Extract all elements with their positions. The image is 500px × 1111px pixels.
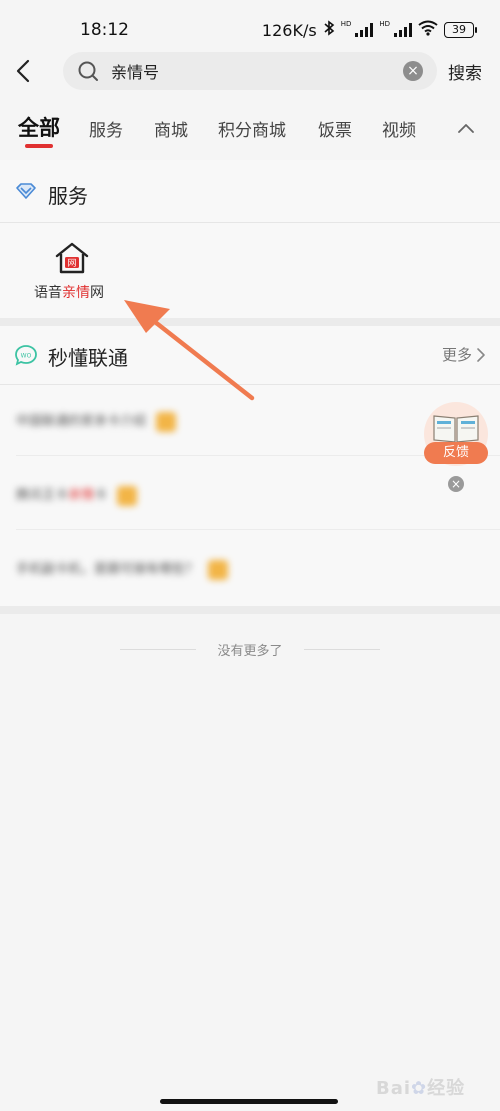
status-bar: 18:12 126K/s HD HD 39 [0,0,500,52]
home-indicator[interactable] [160,1099,338,1104]
signal-icon-2 [394,23,412,37]
service-item-family-network[interactable]: 网 语音亲情网 [22,238,122,308]
status-time: 18:12 [80,20,129,40]
tab-mall[interactable]: 商城 [154,116,188,141]
back-button[interactable] [10,56,40,86]
label-highlight: 亲情 [62,285,90,301]
news-row-text: 中国联通的家亲卡介绍 [16,410,177,432]
category-tabs: 全部 服务 商城 积分商城 饭票 视频 [0,108,500,152]
wo-icon: WO [14,344,38,370]
tab-points-mall[interactable]: 积分商城 [218,116,286,141]
news-title: 中国联通的家亲卡介绍 [16,414,147,429]
house-icon: 网 [54,240,90,280]
battery-icon: 39 [444,22,477,38]
section-gap [0,318,500,326]
news-row-text: 手机副卡机，是跟可接有哪些？ [16,558,229,580]
label-part: 网 [90,285,104,301]
divider [0,222,500,223]
tag-icon [208,559,229,580]
tab-services[interactable]: 服务 [89,116,123,141]
watermark-text: Bai [376,1078,412,1099]
search-icon [77,60,99,86]
more-label: 更多 [441,346,472,364]
close-icon[interactable]: × [448,476,464,492]
tag-icon [156,411,177,432]
search-box[interactable]: × [63,52,437,90]
feedback-label: 反馈 [424,442,488,464]
hd-label-1: HD [340,19,352,28]
feedback-floater[interactable]: 反馈 × [420,398,492,498]
label-part: 语音 [34,285,62,301]
tab-videos[interactable]: 视频 [382,116,416,141]
chevron-right-icon [477,347,485,362]
bluetooth-icon [323,20,335,40]
diamond-icon [15,182,37,204]
news-row-text: 腾讯王卡亲情卡 [16,484,138,506]
wifi-icon [418,20,438,40]
section-title-news: 秒懂联通 [48,346,128,370]
baidu-watermark: Bai✿经验 [376,1074,465,1100]
search-results-page: 18:12 126K/s HD HD 39 × 搜索 全部 服务 商城 [0,0,500,1111]
search-button[interactable]: 搜索 [448,59,482,84]
news-title: 手机副卡机，是跟可接有哪些？ [16,562,199,577]
tab-all[interactable]: 全部 [18,112,60,142]
end-of-list-text: 没有更多了 [217,644,283,659]
end-line-right [304,649,380,650]
net-speed: 126K/s [261,20,317,40]
more-link[interactable]: 更多 [442,344,486,365]
clear-search-icon[interactable]: × [403,61,423,81]
section-title-services: 服务 [48,184,88,208]
paw-icon: ✿ [411,1078,428,1099]
back-arrow-icon [16,59,30,83]
chevron-up-icon[interactable] [456,120,476,139]
service-section: 服务 网 语音亲情网 [0,160,500,318]
tab-meal-tickets[interactable]: 饭票 [318,116,352,141]
wo-icon-text: WO [21,353,32,360]
section-gap [0,606,500,614]
house-icon-text: 网 [67,258,76,269]
signal-icon-1 [355,23,374,37]
tag-icon [117,485,138,506]
news-title-highlight: 亲情 [68,488,95,503]
status-icons: 126K/s HD HD 39 [261,19,477,40]
active-tab-indicator [25,144,53,148]
hd-label-2: HD [379,19,390,28]
search-input[interactable] [111,52,381,90]
news-title: 卡 [94,488,108,503]
row-separator [16,529,500,530]
watermark-text: 经验 [427,1078,466,1099]
news-row-3[interactable]: 手机副卡机，是跟可接有哪些？ [0,532,500,604]
service-item-label: 语音亲情网 [34,282,104,302]
news-title: 腾讯王卡 [16,488,69,503]
